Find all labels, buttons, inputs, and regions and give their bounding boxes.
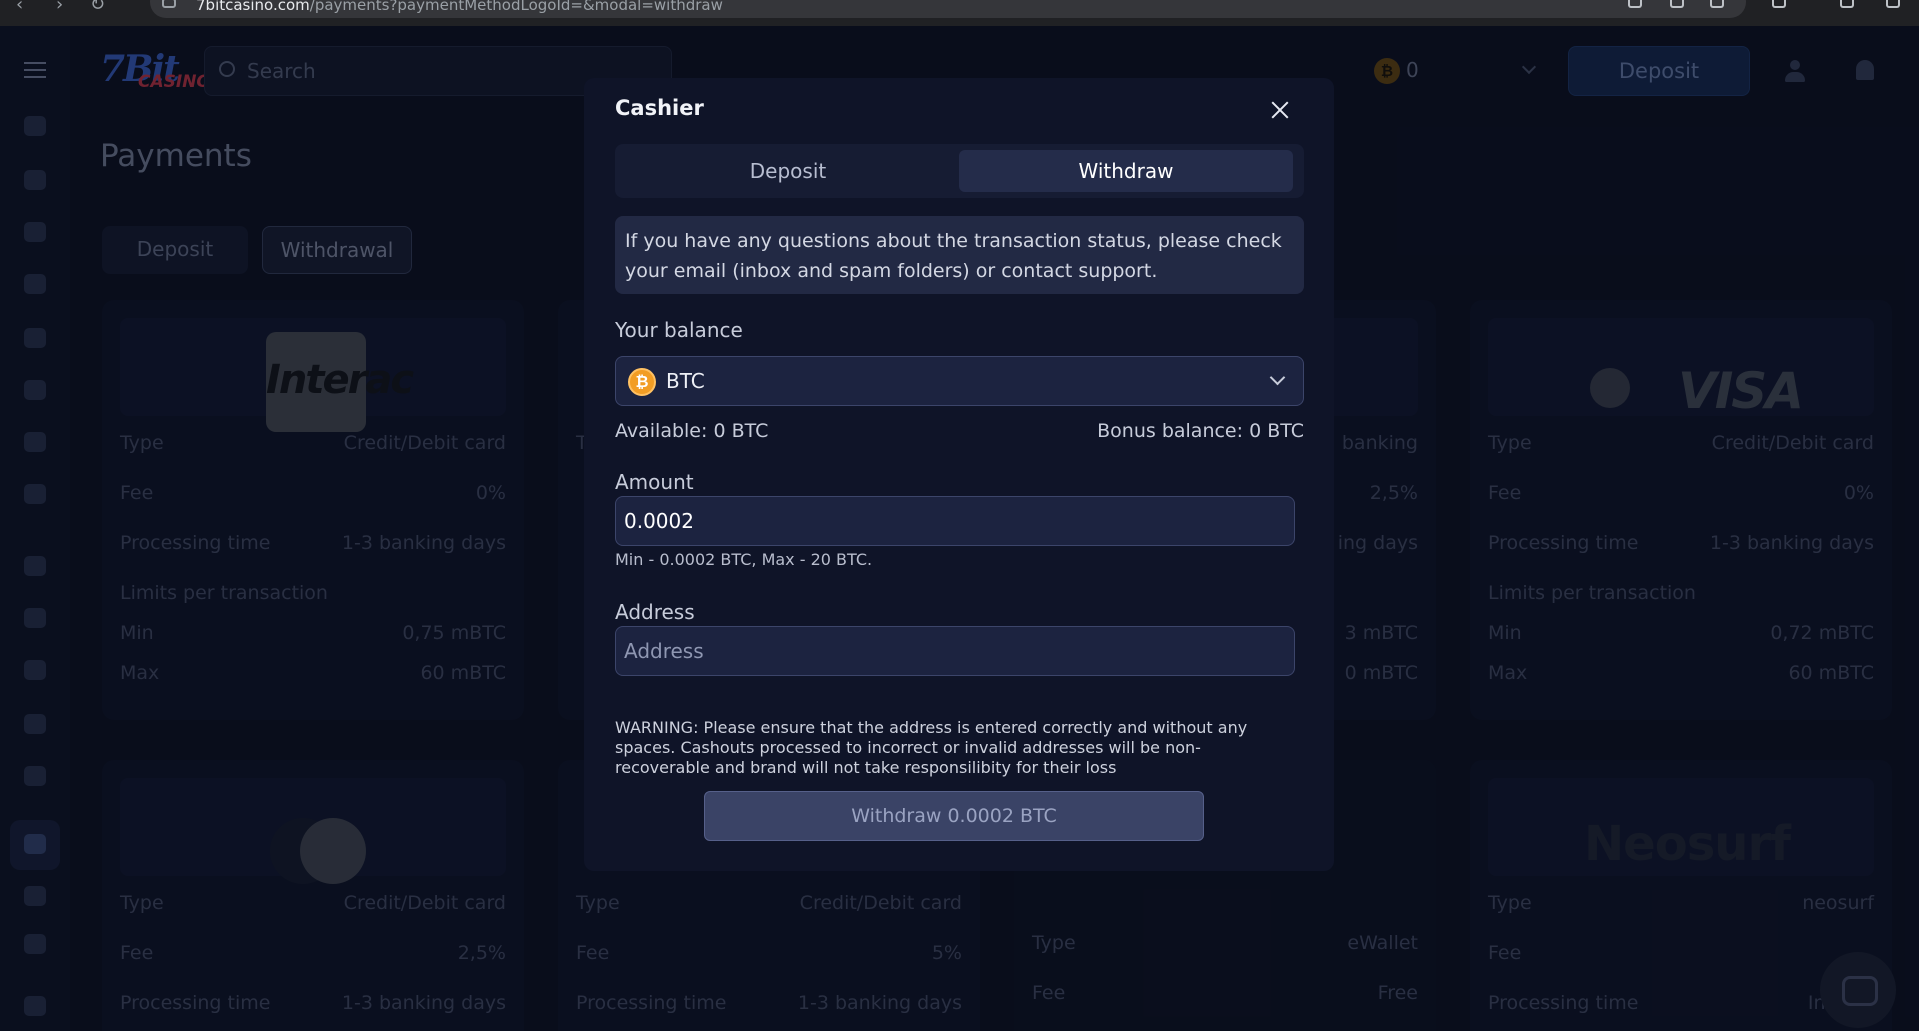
address-bar[interactable]: 7bitcasino.com/payments?paymentMethodLog… bbox=[150, 0, 1746, 18]
bitcoin-icon: ₿ bbox=[628, 368, 656, 396]
chevron-down-icon bbox=[1269, 369, 1286, 386]
cashier-tabs: Deposit Withdraw bbox=[615, 144, 1304, 198]
amount-label: Amount bbox=[615, 470, 694, 494]
more-menu-icon[interactable] bbox=[1886, 0, 1900, 8]
forward-icon[interactable]: › bbox=[56, 0, 63, 15]
profile-icon[interactable] bbox=[1840, 0, 1854, 8]
tab-deposit[interactable]: Deposit bbox=[621, 150, 955, 192]
address-warning: WARNING: Please ensure that the address … bbox=[615, 718, 1248, 777]
modal-title: Cashier bbox=[615, 96, 704, 120]
address-label: Address bbox=[615, 600, 695, 624]
browser-toolbar: ‹ › ↻ 7bitcasino.com/payments?paymentMet… bbox=[0, 0, 1919, 26]
back-icon[interactable]: ‹ bbox=[16, 0, 23, 15]
balance-label: Your balance bbox=[615, 318, 743, 342]
reload-icon[interactable]: ↻ bbox=[90, 0, 105, 15]
amount-limits-hint: Min - 0.0002 BTC, Max - 20 BTC. bbox=[615, 550, 873, 569]
address-input[interactable] bbox=[615, 626, 1295, 676]
extensions-icon[interactable] bbox=[1772, 0, 1786, 8]
amount-input[interactable] bbox=[615, 496, 1295, 546]
transaction-info-notice: If you have any questions about the tran… bbox=[615, 216, 1304, 294]
selected-currency: BTC bbox=[666, 369, 705, 393]
cashier-modal: Cashier Deposit Withdraw If you have any… bbox=[584, 78, 1334, 871]
site-info-icon[interactable] bbox=[162, 0, 176, 8]
translate-icon[interactable] bbox=[1670, 0, 1684, 8]
tab-withdraw[interactable]: Withdraw bbox=[959, 150, 1293, 192]
url-text: 7bitcasino.com/payments?paymentMethodLog… bbox=[196, 0, 723, 14]
withdraw-submit-button[interactable]: Withdraw 0.0002 BTC bbox=[704, 791, 1204, 841]
bonus-balance: Bonus balance: 0 BTC bbox=[1097, 420, 1304, 442]
install-icon[interactable] bbox=[1628, 0, 1642, 8]
currency-select[interactable]: ₿ BTC bbox=[615, 356, 1304, 406]
available-balance: Available: 0 BTC bbox=[615, 420, 769, 442]
close-icon[interactable] bbox=[1268, 98, 1292, 122]
bookmark-star-icon[interactable] bbox=[1710, 0, 1724, 8]
